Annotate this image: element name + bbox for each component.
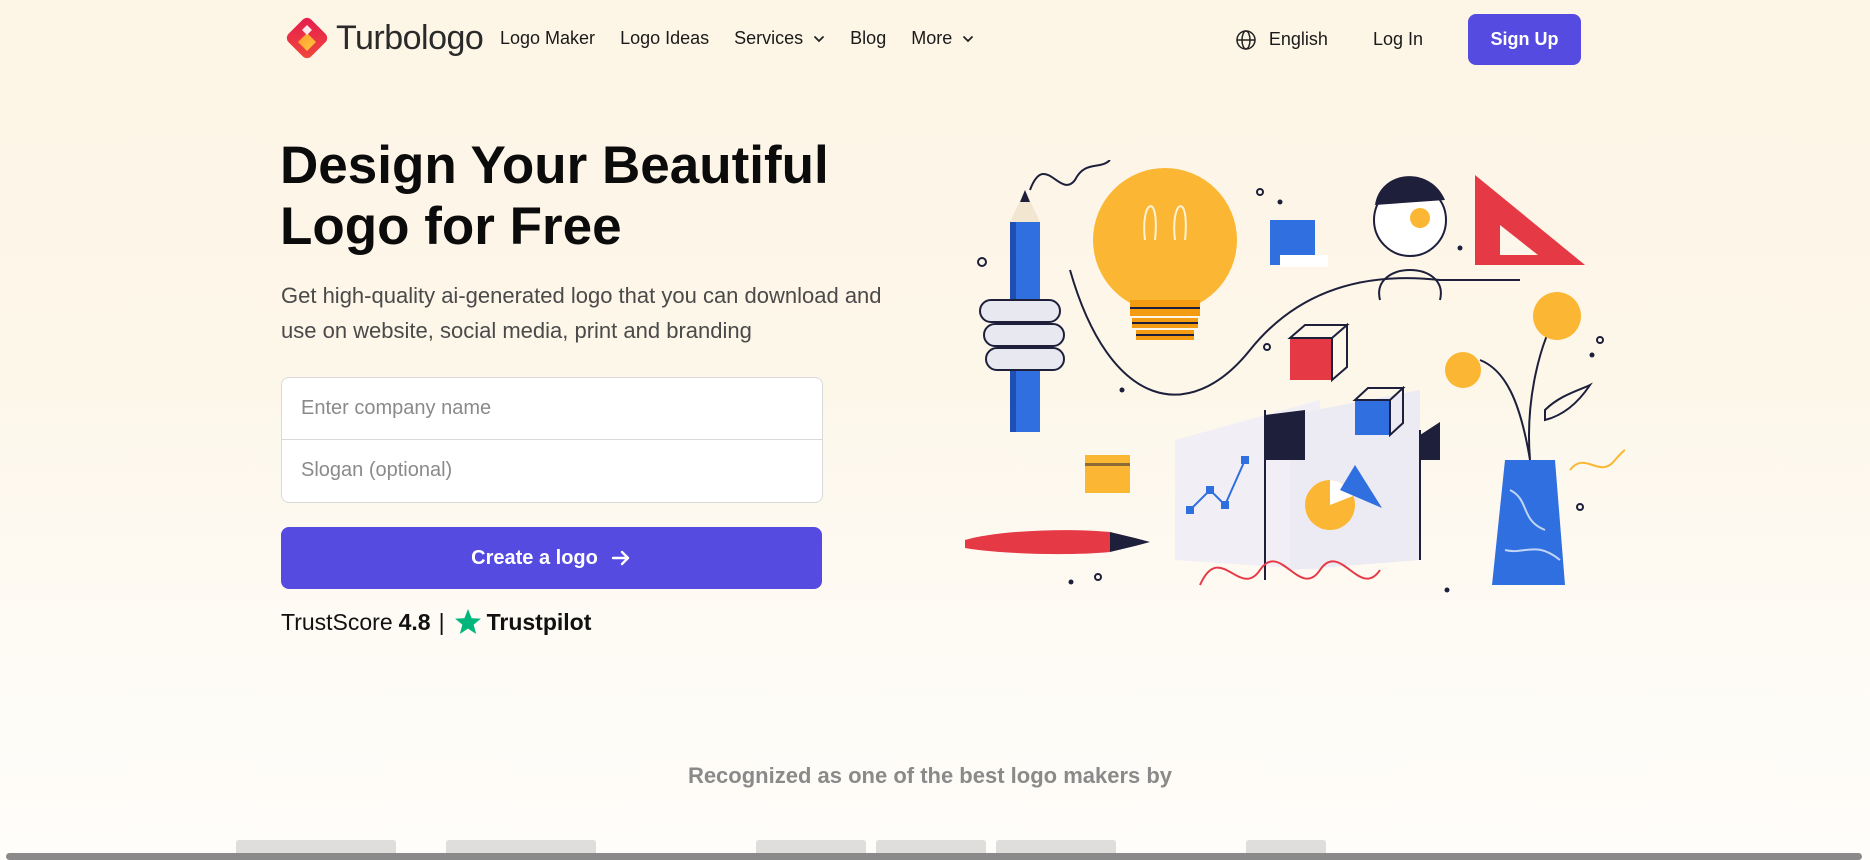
hero-title: Design Your Beautiful Logo for Free xyxy=(280,136,829,256)
turbologo-logo[interactable]: Turbologo xyxy=(282,13,484,63)
nav-item-label: Logo Ideas xyxy=(620,28,710,48)
trustscore-value: 4.8 xyxy=(398,608,431,635)
nav-item-services[interactable]: Services xyxy=(734,28,825,49)
brand-name: Turbologo xyxy=(336,18,484,57)
trustscore-separator: | xyxy=(438,608,445,635)
nav-item-label: More xyxy=(911,28,953,48)
hero-illustration xyxy=(965,160,1625,593)
nav-item-blog[interactable]: Blog xyxy=(850,28,886,49)
trustscore[interactable]: TrustScore 4.8 | Trustpilot xyxy=(281,607,591,637)
nav-item-logo-ideas[interactable]: Logo Ideas xyxy=(620,28,709,49)
trustscore-label: TrustScore xyxy=(281,608,393,635)
language-label: English xyxy=(1268,29,1328,49)
site-header: Turbologo Logo Maker Logo Ideas Services… xyxy=(0,0,1870,80)
turbologo-logo-icon xyxy=(286,17,328,59)
nav-item-label: Blog xyxy=(850,28,887,48)
language-selector[interactable]: English xyxy=(1235,29,1328,51)
signup-button[interactable]: Sign Up xyxy=(1468,14,1581,65)
trustpilot-label: Trustpilot xyxy=(486,608,592,635)
arrow-right-icon xyxy=(611,550,630,566)
create-logo-button[interactable]: Create a logo xyxy=(281,527,822,589)
recognized-heading: Recognized as one of the best logo maker… xyxy=(687,763,1173,788)
nav-item-more[interactable]: More xyxy=(911,28,974,49)
chevron-down-icon xyxy=(814,35,825,42)
logo-form xyxy=(281,377,823,503)
nav-item-label: Services xyxy=(734,28,804,48)
horizontal-scrollbar[interactable] xyxy=(6,853,1862,860)
chevron-down-icon xyxy=(963,35,974,42)
main-nav: Logo Maker Logo Ideas Services Blog More xyxy=(500,28,999,49)
nav-item-label: Logo Maker xyxy=(500,28,596,48)
company-name-input[interactable] xyxy=(282,378,822,439)
hero-subtitle: Get high-quality ai-generated logo that … xyxy=(281,283,882,343)
globe-icon xyxy=(1236,29,1256,50)
create-logo-label: Create a logo xyxy=(471,546,598,569)
login-link[interactable]: Log In xyxy=(1373,29,1423,50)
header-actions: English Log In Sign Up xyxy=(1235,14,1581,65)
nav-item-logo-maker[interactable]: Logo Maker xyxy=(500,28,595,49)
trustpilot-star-icon xyxy=(454,609,481,634)
slogan-input[interactable] xyxy=(282,440,822,501)
